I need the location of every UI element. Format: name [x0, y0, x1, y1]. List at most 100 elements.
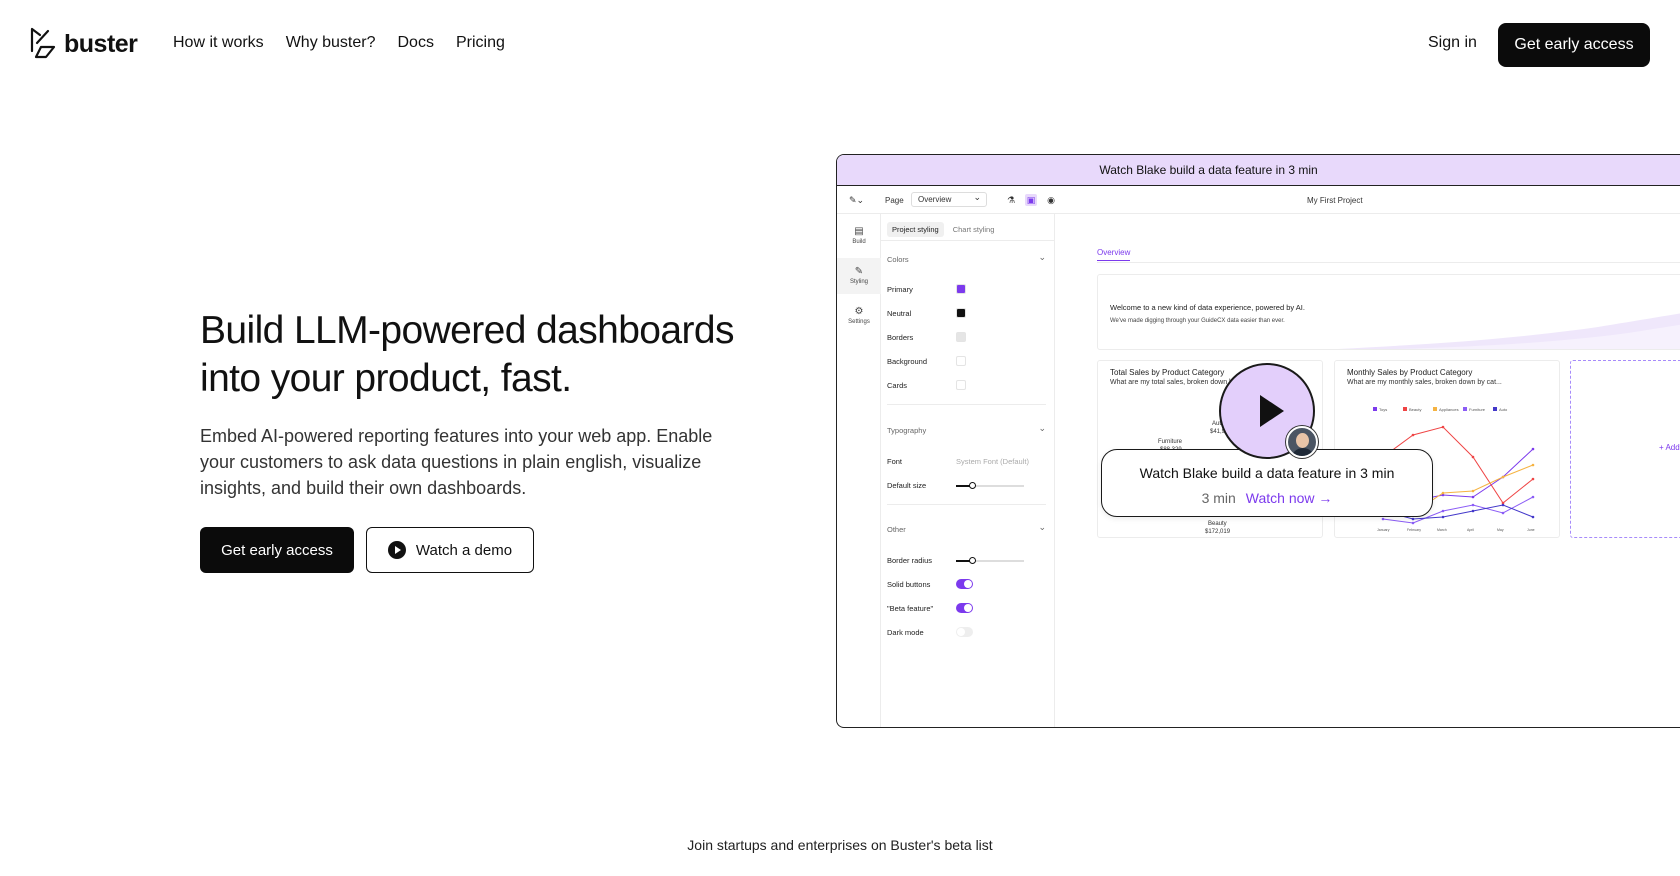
- color-row-background[interactable]: Background: [887, 356, 1046, 368]
- toggle-row-beta-feature[interactable]: "Beta feature": [887, 603, 1046, 615]
- top-nav: buster How it works Why buster? Docs Pri…: [0, 0, 1680, 90]
- x-tick-label: March: [1437, 528, 1447, 532]
- tab-overview[interactable]: Overview: [1097, 248, 1131, 261]
- sign-in-link[interactable]: Sign in: [1428, 34, 1477, 52]
- series-point: [1441, 425, 1445, 429]
- rail-item-styling[interactable]: ✎ Styling: [837, 258, 881, 294]
- series-point: [1531, 447, 1535, 451]
- watch-demo-label: Watch a demo: [415, 541, 513, 559]
- color-swatch[interactable]: [956, 308, 966, 318]
- toggle-label: Solid buttons: [887, 580, 931, 589]
- font-row[interactable]: Font System Font (Default): [887, 456, 1046, 468]
- x-tick-label: June: [1527, 528, 1535, 532]
- flask-icon[interactable]: ⚗: [1005, 194, 1017, 206]
- color-swatch[interactable]: [956, 380, 966, 390]
- get-early-access-button[interactable]: Get early access: [200, 527, 354, 573]
- color-row-neutral[interactable]: Neutral: [887, 308, 1046, 320]
- x-tick-label: January: [1377, 528, 1390, 532]
- avatar: [1286, 426, 1318, 458]
- card-title: Monthly Sales by Product Category: [1347, 368, 1473, 377]
- watch-now-label: Watch now: [1245, 490, 1315, 506]
- divider: [1097, 262, 1680, 263]
- typography-section-header[interactable]: Typography: [887, 423, 1046, 435]
- page-select[interactable]: Overview: [911, 192, 987, 207]
- tab-chart-styling[interactable]: Chart styling: [948, 222, 1000, 237]
- rail-item-settings[interactable]: ⚙ Settings: [837, 298, 881, 334]
- border-radius-slider[interactable]: [956, 557, 1024, 564]
- colors-section-header[interactable]: Colors: [887, 252, 1046, 264]
- nav-link-pricing[interactable]: Pricing: [456, 34, 505, 52]
- divider: [881, 240, 1054, 241]
- video-meta: 3 min Watch now →: [1102, 490, 1432, 506]
- series-point: [1531, 495, 1535, 499]
- legend-label: Appliances: [1439, 407, 1459, 412]
- color-swatch[interactable]: [956, 284, 966, 294]
- series-point: [1501, 503, 1505, 507]
- default-size-label: Default size: [887, 481, 927, 490]
- panel-tabs: Project styling Chart styling: [887, 222, 999, 237]
- series-point: [1441, 491, 1445, 495]
- series-point: [1441, 509, 1445, 513]
- nav-link-how-it-works[interactable]: How it works: [173, 34, 264, 52]
- series-point: [1381, 517, 1385, 521]
- series-point: [1471, 509, 1475, 513]
- slider-handle[interactable]: [969, 557, 977, 564]
- beta-feature-toggle[interactable]: [956, 603, 973, 613]
- rail-item-build[interactable]: ▤ Build: [837, 218, 881, 254]
- watch-now-link[interactable]: Watch now →: [1246, 490, 1333, 506]
- color-swatch[interactable]: [956, 356, 966, 366]
- x-tick-label: May: [1497, 528, 1504, 532]
- legend-swatch: [1373, 407, 1377, 411]
- nav-link-why-buster[interactable]: Why buster?: [286, 34, 376, 52]
- color-label: Primary: [887, 285, 913, 294]
- toggle-row-solid-buttons[interactable]: Solid buttons: [887, 579, 1046, 591]
- color-label: Background: [887, 357, 928, 366]
- other-section-header[interactable]: Other: [887, 522, 1046, 534]
- color-row-cards[interactable]: Cards: [887, 380, 1046, 392]
- series-point: [1531, 515, 1535, 519]
- slider-handle[interactable]: [969, 482, 977, 489]
- toggle-label: "Beta feature": [887, 604, 934, 613]
- legend-label: Toys: [1379, 407, 1387, 412]
- hero-description: Embed AI-powered reporting features into…: [200, 426, 713, 498]
- eye-icon[interactable]: ◉: [1045, 194, 1057, 206]
- toggle-row-dark-mode[interactable]: Dark mode: [887, 627, 1046, 639]
- font-select[interactable]: System Font (Default): [956, 457, 1029, 466]
- nav-get-early-access-button[interactable]: Get early access: [1498, 23, 1650, 67]
- brush-icon: ✎: [854, 266, 864, 277]
- brand-logo[interactable]: buster: [28, 27, 138, 61]
- border-radius-label: Border radius: [887, 556, 933, 565]
- play-icon: [387, 541, 406, 559]
- divider: [887, 404, 1046, 405]
- solid-buttons-toggle[interactable]: [956, 579, 973, 589]
- nav-link-docs[interactable]: Docs: [398, 34, 434, 52]
- dark-mode-toggle[interactable]: [956, 627, 973, 637]
- series-point: [1531, 463, 1535, 467]
- mockup-banner[interactable]: Watch Blake build a data feature in 3 mi…: [837, 155, 1680, 186]
- add-chart-button[interactable]: + Add: [1659, 443, 1680, 452]
- legend-label: Auto: [1499, 407, 1508, 412]
- card-title: Total Sales by Product Category: [1110, 368, 1225, 377]
- default-size-slider[interactable]: [956, 482, 1024, 489]
- series-point: [1501, 475, 1505, 479]
- page-label: Page: [885, 196, 904, 205]
- brand-name: buster: [64, 29, 138, 58]
- rail-label: Styling: [849, 279, 868, 285]
- default-size-row[interactable]: Default size: [887, 480, 1046, 492]
- chart-icon: ▤: [854, 226, 864, 237]
- border-radius-row[interactable]: Border radius: [887, 555, 1046, 567]
- legend-swatch: [1403, 407, 1407, 411]
- tab-project-styling[interactable]: Project styling: [887, 222, 944, 237]
- watch-video-card[interactable]: Watch Blake build a data feature in 3 mi…: [1101, 449, 1433, 517]
- watch-demo-button[interactable]: Watch a demo: [366, 527, 534, 573]
- series-point: [1471, 503, 1475, 507]
- color-row-primary[interactable]: Primary: [887, 284, 1046, 296]
- series-point: [1531, 477, 1535, 481]
- color-row-borders[interactable]: Borders: [887, 332, 1046, 344]
- image-icon[interactable]: ▣: [1025, 194, 1037, 206]
- add-chart-slot[interactable]: + Add: [1570, 360, 1680, 538]
- project-name: My First Project: [1307, 196, 1363, 205]
- color-swatch[interactable]: [956, 332, 966, 342]
- color-label: Cards: [887, 381, 908, 390]
- series-point: [1411, 517, 1415, 521]
